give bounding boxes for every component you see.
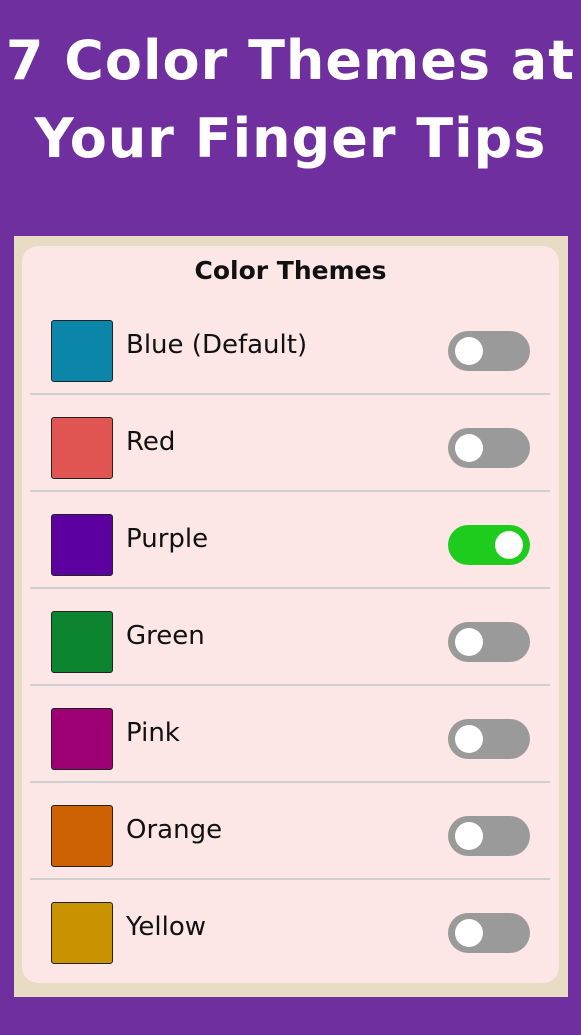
color-swatch	[51, 708, 113, 770]
promo-headline: 7 Color Themes at Your Finger Tips	[0, 22, 581, 178]
theme-toggle[interactable]	[448, 428, 530, 468]
color-swatch	[51, 417, 113, 479]
theme-row[interactable]: Blue (Default)	[30, 298, 550, 395]
headline-line-2: Your Finger Tips	[34, 107, 547, 170]
theme-toggle[interactable]	[448, 719, 530, 759]
theme-toggle[interactable]	[448, 331, 530, 371]
card-title: Color Themes	[194, 256, 387, 285]
toggle-knob	[455, 434, 483, 462]
theme-label: Orange	[126, 815, 223, 845]
theme-toggle[interactable]	[448, 816, 530, 856]
color-swatch	[51, 514, 113, 576]
theme-row[interactable]: Yellow	[30, 880, 550, 977]
toggle-knob	[455, 919, 483, 947]
color-swatch	[51, 805, 113, 867]
theme-row[interactable]: Orange	[30, 783, 550, 880]
theme-label: Blue (Default)	[126, 330, 308, 360]
theme-row[interactable]: Purple	[30, 492, 550, 589]
theme-label: Green	[126, 621, 205, 651]
theme-label: Yellow	[126, 912, 207, 942]
color-swatch	[51, 320, 113, 382]
theme-label: Pink	[126, 718, 180, 748]
color-swatch	[51, 611, 113, 673]
color-swatch	[51, 902, 113, 964]
theme-label: Red	[126, 427, 176, 457]
theme-row[interactable]: Pink	[30, 686, 550, 783]
toggle-knob	[455, 725, 483, 753]
theme-toggle[interactable]	[448, 913, 530, 953]
headline-line-1: 7 Color Themes at	[5, 29, 576, 92]
theme-row[interactable]: Green	[30, 589, 550, 686]
toggle-knob	[495, 531, 523, 559]
theme-label: Purple	[126, 524, 209, 554]
theme-toggle[interactable]	[448, 622, 530, 662]
toggle-knob	[455, 822, 483, 850]
toggle-knob	[455, 337, 483, 365]
toggle-knob	[455, 628, 483, 656]
theme-toggle[interactable]	[448, 525, 530, 565]
theme-row[interactable]: Red	[30, 395, 550, 492]
